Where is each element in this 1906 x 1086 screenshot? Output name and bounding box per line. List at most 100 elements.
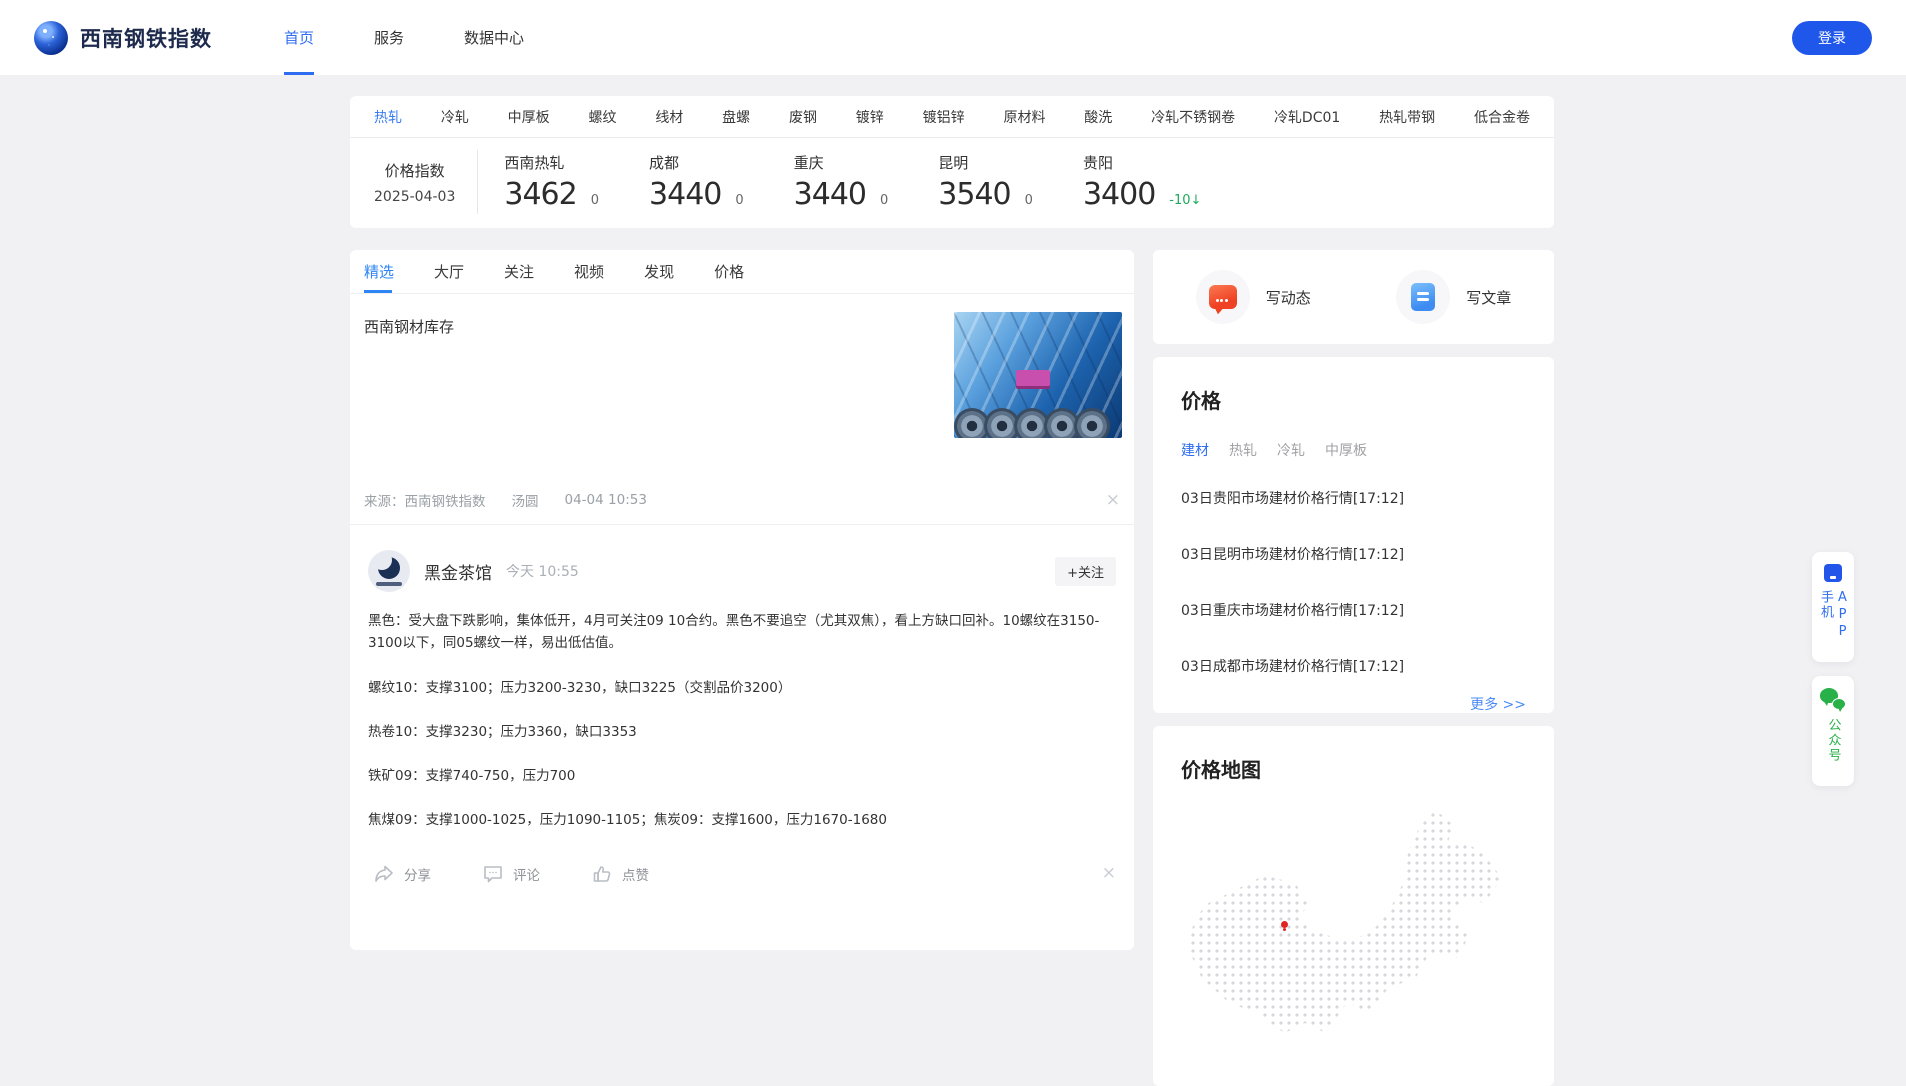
article-close-icon[interactable]: × bbox=[1106, 491, 1120, 509]
write-article-icon bbox=[1411, 283, 1436, 311]
category-tab-plate[interactable]: 中厚板 bbox=[508, 107, 550, 127]
wechat-label: 公众号 bbox=[1825, 718, 1841, 763]
article-meta: 来源：西南钢铁指数 汤圆 04-04 10:53 × bbox=[364, 490, 1120, 510]
brand-logo-icon bbox=[34, 20, 68, 55]
category-tab-pickled[interactable]: 酸洗 bbox=[1084, 107, 1112, 127]
post-author[interactable]: 黑金茶馆 bbox=[424, 559, 492, 584]
price-index-row: 价格指数 2025-04-03 西南热轧 3462 0 成都 3440 0 重庆 bbox=[350, 138, 1554, 226]
post-paragraph: 铁矿09：支撑740-750，压力700 bbox=[368, 768, 576, 785]
like-button[interactable]: 点赞 bbox=[592, 864, 649, 884]
price-tab-hot-rolled[interactable]: 热轧 bbox=[1229, 440, 1257, 460]
price-news-item-chengdu[interactable]: 03日成都市场建材价格行情[17:12] bbox=[1181, 644, 1526, 688]
post-paragraph: 黑色：受大盘下跌影响，集体低开，4月可关注09 10合约。黑色不要追空（尤其双焦… bbox=[368, 613, 1100, 652]
quote-change: 0 bbox=[590, 193, 600, 208]
quote-chengdu[interactable]: 成都 3440 0 bbox=[649, 152, 744, 212]
quote-change: 0 bbox=[880, 193, 889, 208]
quote-name: 贵阳 bbox=[1082, 154, 1113, 172]
category-tab-galvanized[interactable]: 镀锌 bbox=[856, 107, 884, 127]
category-tab-galvalume[interactable]: 镀铝锌 bbox=[923, 107, 965, 127]
thumbs-up-icon bbox=[593, 865, 611, 882]
write-moment-button[interactable]: 写动态 bbox=[1153, 270, 1354, 324]
feed-tab-following[interactable]: 关注 bbox=[504, 250, 534, 293]
feed-tab-featured[interactable]: 精选 bbox=[364, 250, 394, 293]
price-news-item-guiyang[interactable]: 03日贵阳市场建材价格行情[17:12] bbox=[1181, 476, 1526, 520]
post-actions: 分享 评论 点赞 × bbox=[368, 854, 1120, 900]
category-tab-wire[interactable]: 线材 bbox=[655, 107, 683, 127]
price-card-title: 价格 bbox=[1181, 389, 1221, 413]
map-marker-icon[interactable] bbox=[1281, 920, 1289, 928]
comment-button[interactable]: 评论 bbox=[483, 864, 540, 884]
write-article-button[interactable]: 写文章 bbox=[1354, 270, 1555, 324]
quote-change: 0 bbox=[1024, 193, 1033, 208]
post-header: 黑金茶馆 今天 10:55 +关注 bbox=[368, 550, 1120, 592]
feed-tabs: 精选 大厅 关注 视频 发现 价格 bbox=[350, 250, 1134, 294]
avatar[interactable] bbox=[368, 550, 410, 592]
china-dot-map[interactable] bbox=[1181, 803, 1526, 1053]
category-tab-stainless-coil[interactable]: 冷轧不锈钢卷 bbox=[1151, 107, 1235, 127]
wechat-widget[interactable]: 公众号 bbox=[1812, 676, 1854, 786]
price-card-tabs: 建材 热轧 冷轧 中厚板 bbox=[1181, 440, 1526, 460]
price-news-list: 03日贵阳市场建材价格行情[17:12] 03日昆明市场建材价格行情[17:12… bbox=[1181, 476, 1526, 688]
quote-value: 3540 bbox=[938, 177, 1011, 212]
category-tab-rebar[interactable]: 螺纹 bbox=[588, 107, 616, 127]
quote-name: 昆明 bbox=[938, 154, 969, 172]
price-more-link[interactable]: 更多 >> bbox=[1181, 694, 1526, 714]
quote-value: 3440 bbox=[793, 177, 867, 212]
quote-change-down: -10↓ bbox=[1169, 193, 1202, 208]
article-thumbnail[interactable] bbox=[954, 312, 1122, 438]
share-label: 分享 bbox=[404, 867, 431, 884]
write-moment-icon bbox=[1208, 285, 1237, 309]
category-tab-raw-materials[interactable]: 原材料 bbox=[1003, 107, 1045, 127]
feed-tab-discover[interactable]: 发现 bbox=[644, 250, 674, 293]
main-nav: 首页 服务 数据中心 bbox=[254, 0, 554, 75]
nav-item-data-center[interactable]: 数据中心 bbox=[434, 0, 554, 75]
category-tab-cold-rolled[interactable]: 冷轧 bbox=[441, 107, 469, 127]
quote-name: 重庆 bbox=[793, 154, 824, 172]
quote-kunming[interactable]: 昆明 3540 0 bbox=[938, 152, 1033, 212]
price-tab-cold-rolled[interactable]: 冷轧 bbox=[1277, 440, 1305, 460]
quote-value: 3462 bbox=[504, 177, 577, 212]
price-news-item-kunming[interactable]: 03日昆明市场建材价格行情[17:12] bbox=[1181, 532, 1526, 576]
price-tab-construction[interactable]: 建材 bbox=[1181, 440, 1209, 460]
quote-name: 西南热轧 bbox=[504, 154, 565, 172]
price-news-item-chongqing[interactable]: 03日重庆市场建材价格行情[17:12] bbox=[1181, 588, 1526, 632]
post-item: 黑金茶馆 今天 10:55 +关注 黑色：受大盘下跌影响，集体低开，4月可关注0… bbox=[350, 532, 1134, 900]
quote-southwest-hot-rolled[interactable]: 西南热轧 3462 0 bbox=[504, 152, 599, 212]
feed-tab-hall[interactable]: 大厅 bbox=[434, 250, 464, 293]
login-button[interactable]: 登录 bbox=[1792, 20, 1872, 55]
feed-tab-video[interactable]: 视频 bbox=[574, 250, 604, 293]
phone-icon bbox=[1824, 564, 1842, 582]
category-tab-strip[interactable]: 热轧带钢 bbox=[1379, 107, 1435, 127]
category-tab-low-alloy[interactable]: 低合金卷 bbox=[1474, 107, 1530, 127]
category-tab-dc01[interactable]: 冷轧DC01 bbox=[1274, 107, 1340, 127]
price-index-label: 价格指数 2025-04-03 bbox=[374, 150, 479, 214]
price-index-card: 热轧 冷轧 中厚板 螺纹 线材 盘螺 废钢 镀锌 镀铝锌 原材料 酸洗 冷轧不锈… bbox=[350, 96, 1554, 228]
quote-chongqing[interactable]: 重庆 3440 0 bbox=[794, 152, 889, 212]
write-article-label: 写文章 bbox=[1466, 288, 1512, 307]
share-button[interactable]: 分享 bbox=[374, 864, 431, 884]
compose-card: 写动态 写文章 bbox=[1153, 250, 1554, 344]
wechat-icon bbox=[1820, 688, 1846, 712]
category-tab-coil-rebar[interactable]: 盘螺 bbox=[722, 107, 750, 127]
post-close-icon[interactable]: × bbox=[1102, 865, 1116, 882]
quote-value: 3400 bbox=[1082, 177, 1156, 212]
post-time: 今天 10:55 bbox=[506, 564, 579, 580]
category-tab-hot-rolled[interactable]: 热轧 bbox=[374, 107, 402, 127]
follow-button[interactable]: +关注 bbox=[1055, 556, 1116, 586]
price-tab-plate[interactable]: 中厚板 bbox=[1325, 440, 1367, 460]
top-navbar: 西南钢铁指数 首页 服务 数据中心 登录 bbox=[0, 0, 1906, 75]
post-paragraph: 焦煤09：支撑1000-1025，压力1090-1105；焦炭09：支撑1600… bbox=[368, 812, 887, 829]
post-paragraph: 螺纹10：支撑3100；压力3200-3230，缺口3225（交割品价3200） bbox=[368, 679, 792, 696]
price-index-caption: 价格指数 bbox=[384, 161, 445, 180]
article-item[interactable]: 西南钢材库存 来源：西南钢铁指数 汤圆 04-04 10:53 × bbox=[350, 294, 1134, 524]
feed-tab-price[interactable]: 价格 bbox=[714, 250, 744, 293]
quote-guiyang[interactable]: 贵阳 3400 -10↓ bbox=[1083, 152, 1202, 212]
price-map-title: 价格地图 bbox=[1181, 758, 1261, 782]
nav-item-home[interactable]: 首页 bbox=[254, 0, 344, 75]
mobile-app-widget[interactable]: 手机APP bbox=[1812, 552, 1854, 662]
post-body: 黑色：受大盘下跌影响，集体低开，4月可关注09 10合约。黑色不要追空（尤其双焦… bbox=[368, 610, 1120, 832]
category-tab-scrap[interactable]: 废钢 bbox=[789, 107, 817, 127]
category-tabs: 热轧 冷轧 中厚板 螺纹 线材 盘螺 废钢 镀锌 镀铝锌 原材料 酸洗 冷轧不锈… bbox=[350, 96, 1554, 138]
nav-item-services[interactable]: 服务 bbox=[344, 0, 434, 75]
price-map-card: 价格地图 bbox=[1153, 726, 1554, 1086]
